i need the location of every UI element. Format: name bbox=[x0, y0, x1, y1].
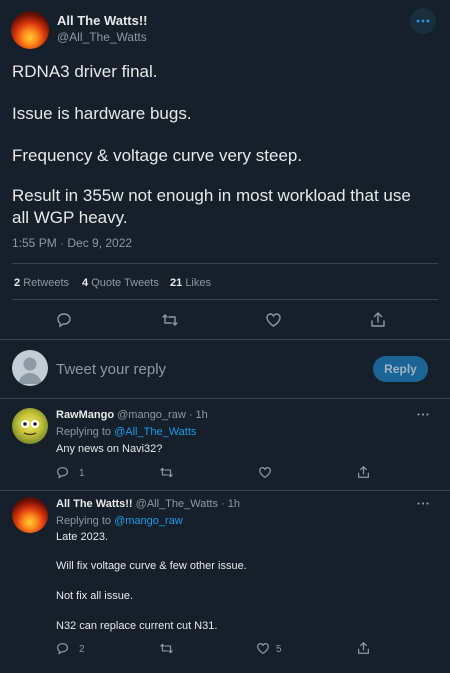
tweet-line-3: Frequency & voltage curve very steep. bbox=[12, 146, 303, 165]
share-icon[interactable] bbox=[357, 641, 370, 655]
reply-handle-time[interactable]: @All_The_Watts · 1h bbox=[136, 498, 240, 510]
replying-to: Replying to @All_The_Watts bbox=[56, 426, 197, 438]
user-avatar[interactable] bbox=[12, 350, 48, 386]
more-icon[interactable] bbox=[417, 413, 429, 416]
divider bbox=[12, 263, 438, 264]
reply-text: Any news on Navi32? bbox=[56, 443, 163, 455]
reply-button[interactable]: Reply bbox=[373, 356, 428, 382]
tweet-line-1: RDNA3 driver final. bbox=[12, 62, 158, 81]
tweet-line-2: Issue is hardware bugs. bbox=[12, 104, 192, 123]
retweet-icon[interactable] bbox=[159, 466, 174, 479]
author-avatar[interactable] bbox=[11, 11, 49, 49]
retweets-stat[interactable]: 2 Retweets bbox=[14, 277, 69, 289]
like-icon[interactable] bbox=[256, 642, 270, 655]
more-icon[interactable] bbox=[417, 502, 429, 505]
divider bbox=[0, 398, 450, 399]
replying-to-link[interactable]: @All_The_Watts bbox=[114, 426, 196, 438]
likes-stat[interactable]: 21 Likes bbox=[170, 277, 211, 289]
retweet-icon[interactable] bbox=[161, 312, 179, 328]
reply-author-row: All The Watts!! @All_The_Watts · 1h bbox=[56, 498, 240, 510]
reply-display-name[interactable]: RawMango bbox=[56, 409, 114, 421]
tweet-line-4: Result in 355w not enough in most worklo… bbox=[12, 186, 411, 205]
divider bbox=[12, 299, 438, 300]
reply-text-line-2: Will fix voltage curve & few other issue… bbox=[56, 560, 247, 572]
reply-text-line-1: Late 2023. bbox=[56, 531, 108, 543]
like-icon[interactable] bbox=[265, 312, 282, 328]
like-count: 5 bbox=[276, 644, 282, 655]
more-icon[interactable] bbox=[410, 8, 436, 34]
author-handle[interactable]: @All_The_Watts bbox=[57, 30, 147, 44]
divider bbox=[0, 490, 450, 491]
reply-author-row: RawMango @mango_raw · 1h bbox=[56, 409, 208, 421]
reply-handle-time[interactable]: @mango_raw · 1h bbox=[117, 409, 208, 421]
divider bbox=[0, 339, 450, 340]
reply-text-line-4: N32 can replace current cut N31. bbox=[56, 620, 218, 632]
reply-icon[interactable] bbox=[56, 466, 69, 479]
reply-avatar[interactable] bbox=[12, 408, 48, 444]
retweet-icon[interactable] bbox=[159, 642, 174, 655]
replying-to-link[interactable]: @mango_raw bbox=[114, 515, 183, 527]
reply-input[interactable] bbox=[56, 357, 356, 381]
reply-icon[interactable] bbox=[56, 312, 72, 328]
reply-display-name[interactable]: All The Watts!! bbox=[56, 498, 133, 510]
share-icon[interactable] bbox=[370, 311, 386, 328]
tweet-timestamp[interactable]: 1:55 PM · Dec 9, 2022 bbox=[12, 236, 132, 250]
author-display-name[interactable]: All The Watts!! bbox=[57, 13, 148, 28]
tweet-line-5: all WGP heavy. bbox=[12, 208, 128, 227]
quote-tweets-stat[interactable]: 4 Quote Tweets bbox=[82, 277, 159, 289]
like-icon[interactable] bbox=[258, 466, 272, 479]
reply-avatar[interactable] bbox=[12, 497, 48, 533]
reply-icon[interactable] bbox=[56, 642, 69, 655]
reply-text-line-3: Not fix all issue. bbox=[56, 590, 134, 602]
reply-count: 1 bbox=[79, 468, 85, 479]
replying-to: Replying to @mango_raw bbox=[56, 515, 183, 527]
reply-count: 2 bbox=[79, 644, 85, 655]
share-icon[interactable] bbox=[357, 465, 370, 479]
